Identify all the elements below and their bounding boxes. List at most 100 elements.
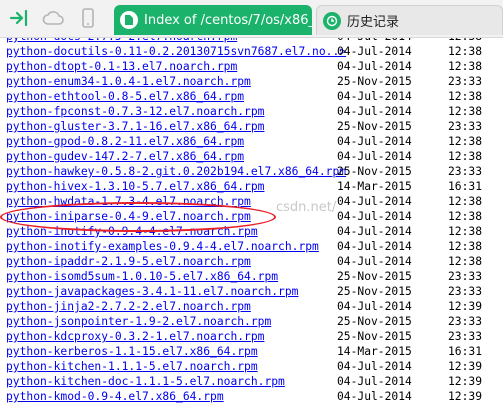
file-row: python-iniparse-0.4-9.el7.noarch.rpm 04-J… bbox=[0, 209, 503, 224]
file-row: python-jinja2-2.7.2-2.el7.noarch.rpm 04-J… bbox=[0, 299, 503, 314]
file-link[interactable]: python-jsonpointer-1.9-2.el7.noarch.rpm bbox=[6, 314, 271, 329]
file-link[interactable]: python-hwdata-1.7.3-4.el7.noarch.rpm bbox=[6, 194, 251, 209]
file-row: python-kerberos-1.1-15.el7.x86_64.rpm 14-… bbox=[0, 344, 503, 359]
file-date: 25-Nov-2015 bbox=[337, 330, 412, 343]
file-row: python-ethtool-0.8-5.el7.x86_64.rpm 04-Ju… bbox=[0, 89, 503, 104]
file-date: 04-Jul-2014 bbox=[337, 135, 412, 148]
file-row: python-javapackages-3.4.1-11.el7.noarch.… bbox=[0, 284, 503, 299]
tab-history[interactable]: 历史记录 bbox=[316, 5, 503, 35]
file-link[interactable]: python-hivex-1.3.10-5.7.el7.x86_64.rpm bbox=[6, 179, 264, 194]
file-row: python-kitchen-doc-1.1.1-5.el7.noarch.rp… bbox=[0, 374, 503, 389]
file-row: python-docutils-0.11-0.2.20130715svn7687… bbox=[0, 44, 503, 59]
file-row: python-inotify-0.9.4-4.el7.noarch.rpm 04-… bbox=[0, 224, 503, 239]
file-date: 04-Jul-2014 bbox=[337, 240, 412, 253]
file-link[interactable]: python-kitchen-doc-1.1.1-5.el7.noarch.rp… bbox=[6, 374, 285, 389]
file-row: python-jsonpointer-1.9-2.el7.noarch.rpm 2… bbox=[0, 314, 503, 329]
browser-tab-bar: Index of /centos/7/os/x86_64/ 历史记录 bbox=[0, 0, 503, 38]
file-link[interactable]: python-hawkey-0.5.8-2.git.0.202b194.el7.… bbox=[6, 164, 346, 179]
tab-title: 历史记录 bbox=[347, 15, 400, 30]
file-time: 16:31 bbox=[448, 180, 483, 193]
directory-listing: python-docs-2.7.5-2.el7.noarch.rpm04-Jul… bbox=[0, 38, 503, 405]
file-date: 04-Jul-2014 bbox=[337, 90, 412, 103]
file-date: 04-Jul-2014 bbox=[337, 45, 412, 58]
file-link[interactable]: python-kmod-0.9-4.el7.x86_64.rpm bbox=[6, 389, 224, 404]
file-time: 16:31 bbox=[448, 345, 483, 358]
file-time: 23:33 bbox=[448, 75, 483, 88]
file-link[interactable]: python-inotify-0.9.4-4.el7.noarch.rpm bbox=[6, 224, 258, 239]
cloud-icon[interactable] bbox=[42, 7, 64, 29]
phone-icon[interactable] bbox=[77, 7, 99, 29]
collapse-sidebar-icon[interactable] bbox=[8, 7, 30, 29]
file-time: 12:38 bbox=[448, 135, 483, 148]
file-time: 12:38 bbox=[448, 240, 483, 253]
file-time: 12:38 bbox=[448, 210, 483, 223]
file-list: python-docs-2.7.5-2.el7.noarch.rpm04-Jul… bbox=[0, 38, 503, 404]
file-row: python-fpconst-0.7.3-12.el7.noarch.rpm 04… bbox=[0, 104, 503, 119]
file-row: python-gpod-0.8.2-11.el7.x86_64.rpm 04-Ju… bbox=[0, 134, 503, 149]
file-time: 23:33 bbox=[448, 315, 483, 328]
file-link[interactable]: python-ethtool-0.8-5.el7.x86_64.rpm bbox=[6, 89, 244, 104]
file-link[interactable]: python-inotify-examples-0.9.4-4.el7.noar… bbox=[6, 239, 319, 254]
file-link[interactable]: python-kdcproxy-0.3.2-1.el7.noarch.rpm bbox=[6, 329, 264, 344]
file-row: python-gudev-147.2-7.el7.x86_64.rpm 04-Ju… bbox=[0, 149, 503, 164]
file-date: 25-Nov-2015 bbox=[337, 165, 412, 178]
file-link[interactable]: python-isomd5sum-1.0.10-5.el7.x86_64.rpm bbox=[6, 269, 278, 284]
file-link[interactable]: python-kerberos-1.1-15.el7.x86_64.rpm bbox=[6, 344, 258, 359]
file-row: python-hawkey-0.5.8-2.git.0.202b194.el7.… bbox=[0, 164, 503, 179]
file-time: 12:38 bbox=[448, 255, 483, 268]
file-date: 04-Jul-2014 bbox=[337, 300, 412, 313]
file-date: 14-Mar-2015 bbox=[337, 345, 412, 358]
file-date: 04-Jul-2014 bbox=[337, 360, 412, 373]
file-date: 04-Jul-2014 bbox=[337, 150, 412, 163]
file-time: 12:38 bbox=[448, 105, 483, 118]
file-date: 04-Jul-2014 bbox=[337, 375, 412, 388]
file-date: 04-Jul-2014 bbox=[337, 195, 412, 208]
file-link[interactable]: python-dtopt-0.1-13.el7.noarch.rpm bbox=[6, 59, 237, 74]
file-date: 04-Jul-2014 bbox=[337, 390, 412, 403]
file-time: 23:33 bbox=[448, 165, 483, 178]
file-row: python-hivex-1.3.10-5.7.el7.x86_64.rpm 14… bbox=[0, 179, 503, 194]
file-time: 23:33 bbox=[448, 330, 483, 343]
file-date: 25-Nov-2015 bbox=[337, 315, 412, 328]
file-date: 25-Nov-2015 bbox=[337, 270, 412, 283]
file-link[interactable]: python-gudev-147.2-7.el7.x86_64.rpm bbox=[6, 149, 244, 164]
page-icon bbox=[120, 11, 138, 29]
file-time: 12:39 bbox=[448, 390, 483, 403]
tab-index-of-centos[interactable]: Index of /centos/7/os/x86_64/ bbox=[114, 5, 312, 35]
file-time: 12:38 bbox=[448, 225, 483, 238]
file-link[interactable]: python-enum34-1.0.4-1.el7.noarch.rpm bbox=[6, 74, 251, 89]
file-date: 04-Jul-2014 bbox=[337, 225, 412, 238]
file-row: python-dtopt-0.1-13.el7.noarch.rpm 04-Jul… bbox=[0, 59, 503, 74]
file-link[interactable]: python-fpconst-0.7.3-12.el7.noarch.rpm bbox=[6, 104, 264, 119]
file-link[interactable]: python-ipaddr-2.1.9-5.el7.noarch.rpm bbox=[6, 254, 251, 269]
file-row: python-hwdata-1.7.3-4.el7.noarch.rpm 04-J… bbox=[0, 194, 503, 209]
file-date: 14-Mar-2015 bbox=[337, 180, 412, 193]
file-date: 25-Nov-2015 bbox=[337, 75, 412, 88]
file-row: python-ipaddr-2.1.9-5.el7.noarch.rpm 04-J… bbox=[0, 254, 503, 269]
file-time: 12:39 bbox=[448, 360, 483, 373]
file-date: 25-Nov-2015 bbox=[337, 120, 412, 133]
file-time: 23:33 bbox=[448, 270, 483, 283]
file-time: 12:38 bbox=[448, 90, 483, 103]
file-row: python-isomd5sum-1.0.10-5.el7.x86_64.rpm… bbox=[0, 269, 503, 284]
file-date: 04-Jul-2014 bbox=[337, 210, 412, 223]
file-link[interactable]: python-docutils-0.11-0.2.20130715svn7687… bbox=[6, 44, 346, 59]
history-clock-icon bbox=[323, 11, 341, 30]
file-link[interactable]: python-gpod-0.8.2-11.el7.x86_64.rpm bbox=[6, 134, 244, 149]
file-link[interactable]: python-iniparse-0.4-9.el7.noarch.rpm bbox=[6, 209, 251, 224]
file-time: 23:33 bbox=[448, 285, 483, 298]
watermark: csdn.net/ bbox=[276, 200, 337, 215]
file-link[interactable]: python-gluster-3.7.1-16.el7.x86_64.rpm bbox=[6, 119, 264, 134]
file-row: python-kitchen-1.1.1-5.el7.noarch.rpm 04-… bbox=[0, 359, 503, 374]
file-time: 12:39 bbox=[448, 300, 483, 313]
file-time: 12:38 bbox=[448, 45, 483, 58]
file-row: python-gluster-3.7.1-16.el7.x86_64.rpm 25… bbox=[0, 119, 503, 134]
file-time: 12:38 bbox=[448, 150, 483, 163]
file-link[interactable]: python-javapackages-3.4.1-11.el7.noarch.… bbox=[6, 284, 298, 299]
file-row: python-inotify-examples-0.9.4-4.el7.noar… bbox=[0, 239, 503, 254]
file-date: 04-Jul-2014 bbox=[337, 255, 412, 268]
file-link[interactable]: python-jinja2-2.7.2-2.el7.noarch.rpm bbox=[6, 299, 251, 314]
file-link[interactable]: python-kitchen-1.1.1-5.el7.noarch.rpm bbox=[6, 359, 258, 374]
file-time: 12:38 bbox=[448, 195, 483, 208]
tab-title: Index of /centos/7/os/x86_64/ bbox=[144, 12, 312, 28]
